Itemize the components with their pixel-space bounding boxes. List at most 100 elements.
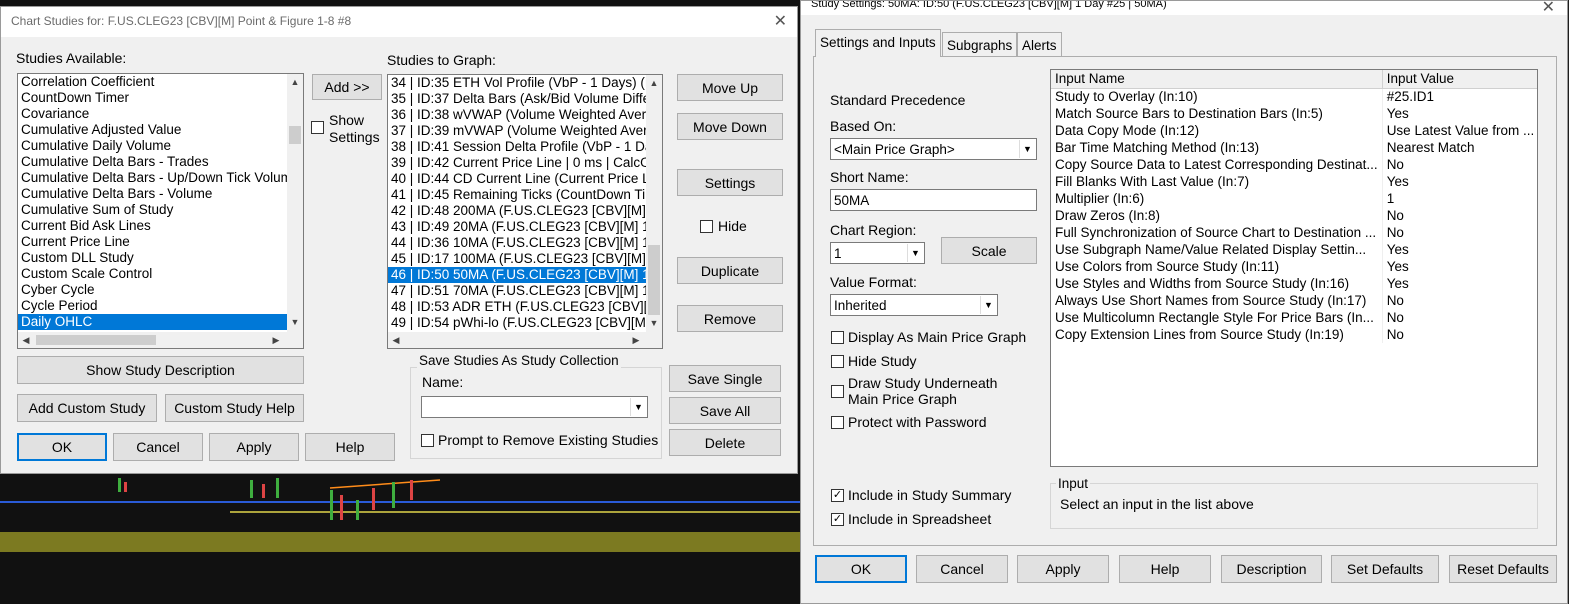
list-item[interactable]: Custom Scale Control (18, 266, 287, 282)
list-item[interactable]: CountDown Timer (18, 90, 287, 106)
apply-button[interactable]: Apply (1017, 555, 1109, 583)
list-item[interactable]: 40 | ID:44 CD Current Line (Current Pric… (388, 171, 646, 187)
input-value-cell[interactable]: Yes (1382, 105, 1537, 122)
list-item[interactable]: Cumulative Daily Volume (18, 138, 287, 154)
scroll-up-icon[interactable]: ▲ (646, 75, 662, 91)
table-row[interactable]: Match Source Bars to Destination Bars (I… (1051, 105, 1537, 122)
input-name-cell[interactable]: Multiplier (In:6) (1051, 190, 1383, 207)
description-button[interactable]: Description (1221, 555, 1322, 583)
input-name-cell[interactable]: Bar Time Matching Method (In:13) (1051, 139, 1383, 156)
table-row[interactable]: Always Use Short Names from Source Study… (1051, 292, 1537, 309)
apply-button[interactable]: Apply (209, 433, 299, 461)
move-up-button[interactable]: Move Up (677, 74, 783, 101)
list-item[interactable]: 42 | ID:48 200MA (F.US.CLEG23 [CBV][M] 1 (388, 203, 646, 219)
input-name-cell[interactable]: Copy Extension Lines from Source Study (… (1051, 326, 1383, 343)
chevron-down-icon[interactable]: ▼ (630, 398, 646, 416)
save-all-button[interactable]: Save All (669, 397, 781, 424)
table-row[interactable]: Fill Blanks With Last Value (In:7) Yes (1051, 173, 1537, 190)
save-single-button[interactable]: Save Single (669, 365, 781, 392)
list-item[interactable]: 47 | ID:51 70MA (F.US.CLEG23 [CBV][M] 1 (388, 283, 646, 299)
chevron-down-icon[interactable]: ▼ (980, 296, 996, 314)
vertical-scrollbar[interactable]: ▲ ▼ (287, 74, 303, 348)
list-item[interactable]: 38 | ID:41 Session Delta Profile (VbP - … (388, 139, 646, 155)
horizontal-scrollbar[interactable]: ◀ ▶ (18, 332, 303, 348)
table-row[interactable]: Bar Time Matching Method (In:13) Nearest … (1051, 139, 1537, 156)
input-name-cell[interactable]: Full Synchronization of Source Chart to … (1051, 224, 1383, 241)
input-value-cell[interactable]: Use Latest Value from ... (1382, 122, 1537, 139)
list-item[interactable]: Cumulative Delta Bars - Up/Down Tick Vol… (18, 170, 287, 186)
cancel-button[interactable]: Cancel (916, 555, 1008, 583)
delete-button[interactable]: Delete (669, 429, 781, 456)
scroll-down-icon[interactable]: ▼ (646, 315, 662, 331)
list-item[interactable]: Cumulative Delta Bars - Trades (18, 154, 287, 170)
duplicate-button[interactable]: Duplicate (677, 257, 783, 284)
scale-button[interactable]: Scale (941, 237, 1037, 264)
table-row[interactable]: Full Synchronization of Source Chart to … (1051, 224, 1537, 241)
input-name-cell[interactable]: Use Subgraph Name/Value Related Display … (1051, 241, 1383, 258)
include-in-study-summary-checkbox[interactable]: ✓ (831, 489, 844, 502)
tab-settings-and-inputs[interactable]: Settings and Inputs (815, 29, 941, 57)
collection-name-combo[interactable]: ▼ (421, 396, 648, 418)
close-icon[interactable]: ✕ (1542, 0, 1555, 17)
table-row[interactable]: Use Colors from Source Study (In:11) Yes (1051, 258, 1537, 275)
input-value-cell[interactable]: No (1382, 326, 1537, 343)
chart-region-select[interactable]: 1 ▼ (830, 242, 925, 264)
input-value-cell[interactable]: #25.ID1 (1382, 88, 1537, 105)
list-item[interactable]: Correlation Coefficient (18, 74, 287, 90)
include-in-spreadsheet-checkbox[interactable]: ✓ (831, 513, 844, 526)
tab-subgraphs[interactable]: Subgraphs (942, 32, 1018, 56)
list-item[interactable]: 49 | ID:54 pWhi-lo (F.US.CLEG23 [CBV][M] (388, 315, 646, 331)
custom-study-help-button[interactable]: Custom Study Help (165, 394, 304, 422)
input-value-cell[interactable]: Yes (1382, 173, 1537, 190)
list-item[interactable]: Cyber Cycle (18, 282, 287, 298)
value-format-select[interactable]: Inherited ▼ (830, 294, 998, 316)
list-item[interactable]: 35 | ID:37 Delta Bars (Ask/Bid Volume Di… (388, 91, 646, 107)
list-item[interactable]: Current Price Line (18, 234, 287, 250)
input-name-cell[interactable]: Always Use Short Names from Source Study… (1051, 292, 1383, 309)
list-item[interactable]: 41 | ID:45 Remaining Ticks (CountDown Ti… (388, 187, 646, 203)
chevron-down-icon[interactable]: ▼ (907, 244, 923, 262)
studies-to-graph-list[interactable]: 34 | ID:35 ETH Vol Profile (VbP - 1 Days… (387, 74, 663, 349)
settings-button[interactable]: Settings (677, 169, 783, 196)
list-item[interactable]: 44 | ID:36 10MA (F.US.CLEG23 [CBV][M] 1 (388, 235, 646, 251)
list-item[interactable]: 46 | ID:50 50MA (F.US.CLEG23 [CBV][M] 1 (388, 267, 646, 283)
input-value-cell[interactable]: No (1382, 292, 1537, 309)
protect-with-password-checkbox[interactable] (831, 416, 844, 429)
column-header-input-value[interactable]: Input Value (1382, 70, 1537, 89)
list-item[interactable]: Current Bid Ask Lines (18, 218, 287, 234)
tab-alerts[interactable]: Alerts (1017, 32, 1062, 56)
show-study-description-button[interactable]: Show Study Description (17, 356, 304, 384)
based-on-select[interactable]: <Main Price Graph> ▼ (830, 138, 1037, 160)
ok-button[interactable]: OK (17, 433, 107, 461)
list-item[interactable]: 45 | ID:17 100MA (F.US.CLEG23 [CBV][M] 1 (388, 251, 646, 267)
table-row[interactable]: Multiplier (In:6) 1 (1051, 190, 1537, 207)
table-row[interactable]: Copy Extension Lines from Source Study (… (1051, 326, 1537, 343)
input-name-cell[interactable]: Fill Blanks With Last Value (In:7) (1051, 173, 1383, 190)
help-button[interactable]: Help (1119, 555, 1211, 583)
add-custom-study-button[interactable]: Add Custom Study (17, 394, 157, 422)
scroll-down-icon[interactable]: ▼ (287, 314, 303, 330)
list-item[interactable]: Cycle Period (18, 298, 287, 314)
studies-available-list[interactable]: Correlation Coefficient CountDown Timer Co… (17, 73, 304, 349)
hide-study-checkbox[interactable] (831, 355, 844, 368)
list-item[interactable]: Cumulative Adjusted Value (18, 122, 287, 138)
list-item[interactable]: 34 | ID:35 ETH Vol Profile (VbP - 1 Days… (388, 75, 646, 91)
input-name-cell[interactable]: Match Source Bars to Destination Bars (I… (1051, 105, 1383, 122)
list-item[interactable]: 48 | ID:53 ADR ETH (F.US.CLEG23 [CBV][M] (388, 299, 646, 315)
input-value-cell[interactable]: No (1382, 224, 1537, 241)
input-value-cell[interactable]: No (1382, 156, 1537, 173)
input-value-cell[interactable]: 1 (1382, 190, 1537, 207)
input-value-cell[interactable]: No (1382, 309, 1537, 326)
close-icon[interactable]: ✕ (774, 11, 787, 31)
input-name-cell[interactable]: Use Multicolumn Rectangle Style For Pric… (1051, 309, 1383, 326)
input-value-cell[interactable]: Yes (1382, 258, 1537, 275)
table-row[interactable]: Use Subgraph Name/Value Related Display … (1051, 241, 1537, 258)
scroll-thumb[interactable] (289, 126, 301, 144)
cancel-button[interactable]: Cancel (113, 433, 203, 461)
input-name-cell[interactable]: Draw Zeros (In:8) (1051, 207, 1383, 224)
horizontal-scrollbar[interactable]: ◀ ▶ (388, 332, 662, 348)
input-name-cell[interactable]: Use Styles and Widths from Source Study … (1051, 275, 1383, 292)
scroll-up-icon[interactable]: ▲ (287, 74, 303, 90)
draw-underneath-checkbox[interactable] (831, 385, 844, 398)
short-name-input[interactable]: 50MA (830, 189, 1037, 211)
